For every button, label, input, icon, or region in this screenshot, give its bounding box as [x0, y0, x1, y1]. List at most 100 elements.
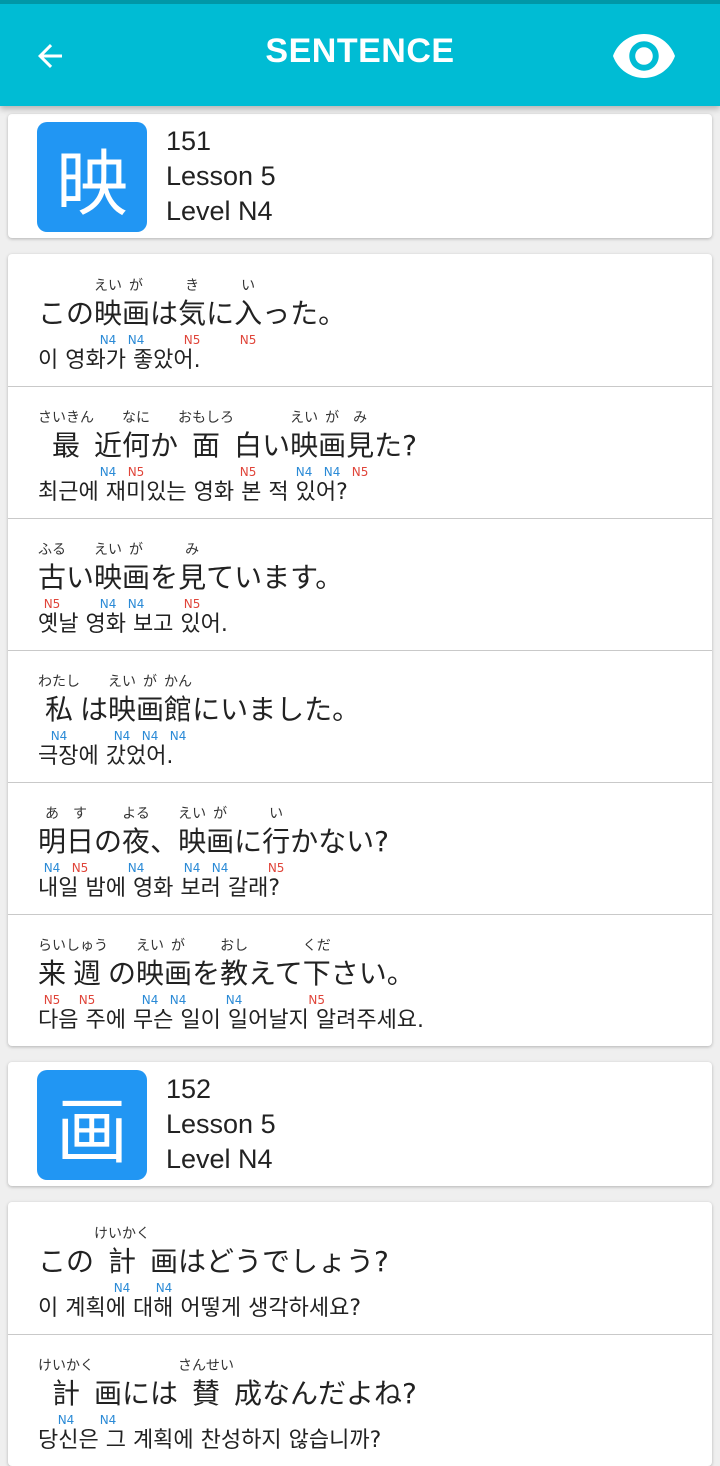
furigana: さいきん — [38, 410, 94, 426]
japanese-sentence: この けいかく計 N4 画 N4 はどうでしょう? — [38, 1224, 389, 1296]
base-text: はどうでしょう? — [178, 1245, 389, 1278]
base-text: 下 — [302, 957, 331, 990]
ruby-token: えて — [248, 936, 303, 1008]
furigana: えい — [108, 674, 137, 690]
ruby-token: えい映 N4 — [94, 540, 122, 612]
base-text: 古 — [38, 561, 67, 594]
base-text: 計 — [108, 1245, 137, 1278]
level-label: Level N4 — [166, 196, 273, 226]
sentence-row[interactable]: わたし私 N4 はえい映 N4 が画 N4 かん館 N4 にいました。 극장에 갔었어. — [8, 650, 712, 783]
furigana: えい — [136, 938, 165, 954]
ruby-token: に — [234, 804, 262, 876]
base-text: 映 — [94, 297, 123, 330]
base-text: は — [150, 297, 179, 330]
furigana: おし — [220, 938, 249, 954]
furigana: なに — [122, 410, 151, 426]
japanese-sentence: あ明 N4 す日 N5 のよる夜 N4、えい映 N4 が画 N4 にい行 N5 かない? — [38, 804, 389, 876]
furigana: が — [325, 410, 340, 426]
ruby-token: には — [122, 1356, 178, 1428]
furigana: けいかく — [94, 1226, 151, 1242]
furigana: が — [129, 278, 144, 294]
furigana: えい — [290, 410, 319, 426]
ruby-token: は — [80, 672, 108, 744]
ruby-token: 画 N4 — [150, 1224, 178, 1296]
base-text: の — [94, 825, 123, 858]
base-text: 賛 — [192, 1377, 221, 1410]
ruby-token: を — [150, 540, 178, 612]
ruby-token: が画 N4 — [164, 936, 192, 1008]
base-text: この — [38, 1245, 95, 1278]
base-text: 館 — [164, 693, 193, 726]
sentence-row[interactable]: らい来 N5 しゅう週 N5 のえい映 N4 が画 N4 をおし教 N4 えて くだ下 N5 さい。 다음 … — [8, 914, 712, 1046]
base-text: 画 — [150, 1245, 179, 1278]
base-text: 映 — [94, 561, 123, 594]
ruby-token: 近 N4 — [94, 408, 122, 480]
sentence-row[interactable]: あ明 N4 す日 N5 のよる夜 N4、えい映 N4 が画 N4 にい行 N5 かない? 내일 밤에 영… — [8, 782, 712, 915]
base-text: 来 — [38, 957, 67, 990]
ruby-token: い — [262, 408, 290, 480]
base-text: 気 — [178, 297, 207, 330]
base-text: 白 — [234, 429, 263, 462]
furigana: わたし — [38, 674, 80, 690]
base-text: 画 — [94, 1377, 123, 1410]
furigana: えい — [178, 806, 207, 822]
base-text: 私 — [44, 693, 73, 726]
kanji-tile: 映 — [37, 122, 147, 232]
ruby-token: が画 N4 — [318, 408, 346, 480]
status-strip — [0, 0, 720, 4]
base-text: った。 — [262, 297, 347, 330]
furigana: が — [143, 674, 158, 690]
base-text: は — [80, 693, 109, 726]
japanese-sentence: ふる古 N5 いえい映 N4 が画 N4 をみ見 N5 ています。 — [38, 540, 343, 612]
furigana: き — [185, 278, 200, 294]
kanji-header-card[interactable]: 画 152 Lesson 5 Level N4 — [8, 1062, 712, 1186]
sentence-row[interactable]: さいきん最近 N4 なに何 N5 かおもしろ面白 N5 いえい映 N4 が画 N4 み見 N5 た? 최근… — [8, 386, 712, 519]
kanji-header-card[interactable]: 映 151 Lesson 5 Level N4 — [8, 114, 712, 238]
kanji-tile: 画 — [37, 1070, 147, 1180]
furigana: らい — [38, 938, 66, 954]
base-text: 日 — [66, 825, 95, 858]
furigana: えい — [94, 278, 123, 294]
ruby-token: は — [150, 276, 178, 348]
ruby-token: けいかく計 N4 — [38, 1356, 94, 1428]
korean-translation: 최근에 재미있는 영화 본 적 있어? — [38, 480, 348, 505]
base-text: この — [38, 297, 95, 330]
furigana: み — [185, 542, 200, 558]
ruby-token: き気 N5 — [178, 276, 206, 348]
sentence-row[interactable]: ふる古 N5 いえい映 N4 が画 N4 をみ見 N5 ています。 옛날 영화 보고 있어. — [8, 518, 712, 651]
ruby-token: なに何 N5 — [122, 408, 150, 480]
base-text: にいました。 — [192, 693, 361, 726]
sentence-card: この けいかく計 N4 画 N4 はどうでしょう? 이 계획에 대해 어떻게 생각하세요? け… — [8, 1202, 712, 1466]
base-text: 画 — [122, 561, 151, 594]
kanji-number: 152 — [166, 1074, 212, 1104]
ruby-token: おし教 N4 — [220, 936, 248, 1008]
sentence-row[interactable]: この えい映 N4 が画 N4 はき気 N5 にい入 N5 った。 이 영화가 좋았어. — [8, 254, 712, 387]
ruby-token: はどうでしょう? — [178, 1224, 389, 1296]
base-text: 見 — [346, 429, 375, 462]
base-text: には — [122, 1377, 179, 1410]
base-text: 画 — [122, 297, 151, 330]
ruby-token: 成 — [234, 1356, 262, 1428]
ruby-token: み見 N5 — [346, 408, 374, 480]
furigana: が — [129, 542, 144, 558]
kanji-number: 151 — [166, 126, 212, 156]
ruby-token: か — [150, 408, 178, 480]
visibility-toggle-button[interactable] — [612, 30, 676, 82]
base-text: さい。 — [330, 957, 415, 990]
japanese-sentence: けいかく計 N4 画 N4 には さんせい賛成なんだよね? — [38, 1356, 417, 1428]
ruby-token: が画 N4 — [206, 804, 234, 876]
furigana: よる — [122, 806, 150, 822]
app-bar: SENTENCE — [0, 0, 720, 106]
base-text: に — [234, 825, 263, 858]
ruby-token: の — [108, 936, 136, 1008]
ruby-token: が画 N4 — [122, 276, 150, 348]
ruby-token: えい映 N4 — [136, 936, 164, 1008]
sentence-row[interactable]: けいかく計 N4 画 N4 には さんせい賛成なんだよね? 당신은 그 계획에 찬성하지 않… — [8, 1334, 712, 1466]
sentence-row[interactable]: この けいかく計 N4 画 N4 はどうでしょう? 이 계획에 대해 어떻게 생각하세요? — [8, 1202, 712, 1335]
furigana: さんせい — [178, 1358, 235, 1374]
japanese-sentence: この えい映 N4 が画 N4 はき気 N5 にい入 N5 った。 — [38, 276, 346, 348]
base-text: ています。 — [206, 561, 344, 594]
jlpt-level: N5 — [239, 333, 257, 347]
base-text: を — [192, 957, 221, 990]
base-text: 入 — [234, 297, 263, 330]
